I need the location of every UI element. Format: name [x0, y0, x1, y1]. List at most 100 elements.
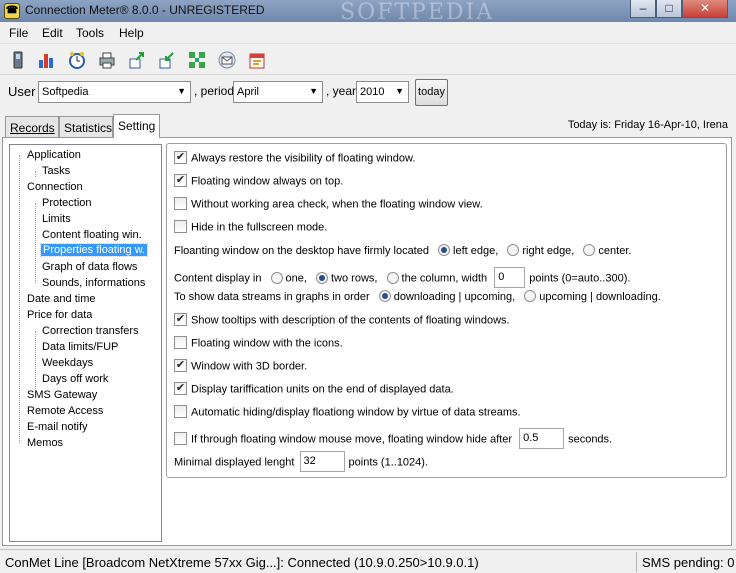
- show-tooltips-row[interactable]: ✔ Show tooltips with description of the c…: [174, 313, 510, 330]
- with-icons-checkbox[interactable]: [174, 336, 187, 349]
- streams-row: To show data streams in graphs in order …: [174, 290, 661, 303]
- width-input[interactable]: 0: [494, 267, 526, 288]
- filter-bar: User Softpedia ▼ , period April ▼ , year…: [0, 76, 736, 108]
- tab-setting[interactable]: Setting: [113, 114, 160, 138]
- status-bar: ConMet Line [Broadcom NetXtreme 57xx Gig…: [0, 549, 736, 573]
- period-select[interactable]: April ▼: [233, 81, 323, 103]
- bar-chart-icon[interactable]: [37, 50, 57, 70]
- tree-item-sms-gateway[interactable]: SMS Gateway: [27, 389, 97, 401]
- content-column-radio[interactable]: [386, 271, 399, 284]
- mouse-hide-row: If through floating window mouse move, f…: [174, 428, 612, 449]
- tariff-units-checkbox[interactable]: ✔: [174, 382, 187, 395]
- tab-strip: Records Statistics Setting Today is: Fri…: [0, 114, 736, 138]
- always-restore-row[interactable]: ✔ Always restore the visibility of floati…: [174, 151, 415, 168]
- tree-item-limits[interactable]: Limits: [42, 213, 71, 225]
- mail-icon[interactable]: [217, 50, 237, 70]
- tree-item-correction-transfers[interactable]: Correction transfers: [42, 325, 139, 337]
- menu-file[interactable]: File: [9, 26, 28, 40]
- title-bar: ☎ Connection Meter® 8.0.0 - UNREGISTERED…: [0, 0, 736, 25]
- tariff-units-row[interactable]: ✔ Display tariffication units on the end …: [174, 382, 454, 399]
- close-button[interactable]: ✕: [682, 0, 728, 18]
- menu-help[interactable]: Help: [119, 26, 144, 40]
- chevron-down-icon: ▼: [395, 86, 404, 96]
- content-two-radio[interactable]: [316, 271, 328, 284]
- toolbar: [0, 45, 736, 75]
- year-select[interactable]: 2010 ▼: [356, 81, 409, 103]
- period-label: , period: [194, 84, 235, 98]
- tree-item-connection[interactable]: Connection: [27, 181, 83, 193]
- tree-item-email-notify[interactable]: E-mail notify: [27, 421, 88, 433]
- show-tooltips-checkbox[interactable]: ✔: [174, 313, 187, 326]
- menu-edit[interactable]: Edit: [42, 26, 63, 40]
- sms-pending: SMS pending: 0: [642, 555, 734, 570]
- period-value: April: [237, 86, 260, 98]
- tree-item-memos[interactable]: Memos: [27, 437, 63, 449]
- phone-icon[interactable]: [8, 50, 28, 70]
- with-icons-row[interactable]: Floating window with the icons.: [174, 336, 343, 353]
- tree-item-date-time[interactable]: Date and time: [27, 293, 95, 305]
- export-icon[interactable]: [127, 50, 147, 70]
- user-label: User: [8, 84, 36, 99]
- settings-tree[interactable]: Application Tasks Connection Protection …: [9, 144, 162, 542]
- tree-item-application[interactable]: Application: [27, 149, 81, 161]
- tree-item-properties-floating[interactable]: Properties floating w.: [39, 243, 149, 257]
- loc-right-radio[interactable]: [507, 244, 520, 257]
- streams-down-up-radio[interactable]: [378, 290, 391, 303]
- connection-status: ConMet Line [Broadcom NetXtreme 57xx Gig…: [5, 555, 479, 570]
- always-restore-checkbox[interactable]: ✔: [174, 151, 187, 164]
- maximize-button[interactable]: □: [656, 0, 682, 18]
- status-separator: [636, 552, 637, 572]
- without-working-area-checkbox[interactable]: [174, 197, 187, 210]
- border-3d-checkbox[interactable]: ✔: [174, 359, 187, 372]
- tree-item-graph-data-flows[interactable]: Graph of data flows: [42, 261, 137, 273]
- mouse-hide-checkbox[interactable]: [174, 432, 187, 445]
- user-value: Softpedia: [42, 86, 89, 98]
- year-value: 2010: [360, 86, 385, 98]
- year-label: , year: [326, 84, 357, 98]
- tree-item-sounds[interactable]: Sounds, informations: [42, 277, 145, 289]
- border-3d-row[interactable]: ✔ Window with 3D border.: [174, 359, 307, 376]
- always-on-top-row[interactable]: ✔ Floating window always on top.: [174, 174, 343, 191]
- loc-left-radio[interactable]: [438, 244, 451, 257]
- loc-center-radio[interactable]: [583, 244, 596, 257]
- tab-statistics[interactable]: Statistics: [59, 116, 113, 138]
- tree-item-data-limits[interactable]: Data limits/FUP: [42, 341, 118, 353]
- today-button[interactable]: today: [415, 79, 448, 106]
- tree-item-tasks[interactable]: Tasks: [42, 165, 70, 177]
- user-select[interactable]: Softpedia ▼: [38, 81, 191, 103]
- menu-tools[interactable]: Tools: [76, 26, 104, 40]
- hide-fullscreen-checkbox[interactable]: [174, 220, 187, 233]
- menu-bar: File Edit Tools Help: [0, 22, 736, 44]
- chevron-down-icon: ▼: [309, 86, 318, 96]
- tree-item-weekdays[interactable]: Weekdays: [42, 357, 93, 369]
- minimize-button[interactable]: –: [630, 0, 656, 18]
- today-text: Today is: Friday 16-Apr-10, Irena: [567, 119, 728, 131]
- tree-item-price-for-data[interactable]: Price for data: [27, 309, 92, 321]
- location-row: Floanting window on the desktop have fir…: [174, 244, 632, 257]
- min-length-input[interactable]: 32: [299, 451, 345, 472]
- streams-up-down-radio[interactable]: [524, 290, 537, 303]
- always-on-top-checkbox[interactable]: ✔: [174, 174, 187, 187]
- grid-icon[interactable]: [187, 50, 207, 70]
- min-length-row: Minimal displayed lenght 32 points (1..10…: [174, 451, 428, 472]
- print-icon[interactable]: [97, 50, 117, 70]
- tree-item-days-off[interactable]: Days off work: [42, 373, 108, 385]
- content-display-row: Content display in one, two rows, the co…: [174, 267, 630, 288]
- window-title: Connection Meter® 8.0.0 - UNREGISTERED: [25, 3, 265, 17]
- without-working-area-row[interactable]: Without working area check, when the flo…: [174, 197, 483, 214]
- tree-item-remote-access[interactable]: Remote Access: [27, 405, 103, 417]
- phone-app-icon: ☎: [4, 3, 20, 19]
- settings-content: ✔ Always restore the visibility of floati…: [166, 143, 727, 478]
- hide-fullscreen-row[interactable]: Hide in the fullscreen mode.: [174, 220, 327, 237]
- tab-records[interactable]: Records: [5, 116, 59, 138]
- tree-item-content-floating[interactable]: Content floating win.: [42, 229, 142, 241]
- calendar-icon[interactable]: [247, 50, 267, 70]
- clock-icon[interactable]: [67, 50, 87, 70]
- import-icon[interactable]: [157, 50, 177, 70]
- auto-hide-row[interactable]: Automatic hiding/display floationg windo…: [174, 405, 521, 422]
- tree-item-protection[interactable]: Protection: [42, 197, 92, 209]
- mouse-hide-seconds-input[interactable]: 0.5: [519, 428, 565, 449]
- auto-hide-checkbox[interactable]: [174, 405, 187, 418]
- content-one-radio[interactable]: [270, 271, 283, 284]
- chevron-down-icon: ▼: [177, 86, 186, 96]
